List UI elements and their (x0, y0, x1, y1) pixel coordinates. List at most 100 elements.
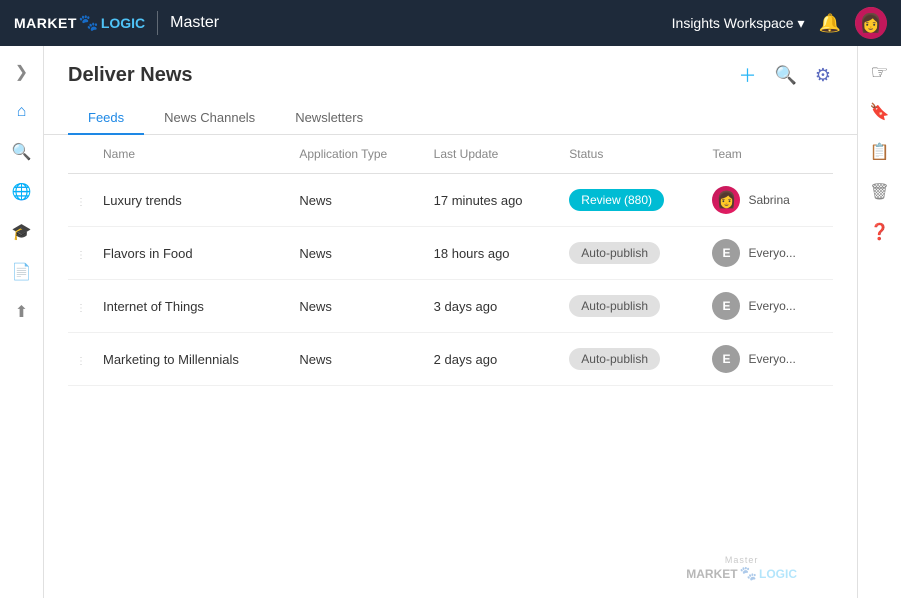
row-app-type: News (291, 280, 425, 333)
top-navigation: MARKET 🐾 LOGIC Master Insights Workspace… (0, 0, 901, 46)
header-actions: ＋ 🔍 ⚙ (736, 60, 833, 90)
notification-bell[interactable]: 🔔 (819, 13, 841, 34)
drag-dots-icon[interactable]: ⋮ (76, 356, 87, 367)
sidebar-collapse-icon[interactable]: ❯ (4, 54, 40, 90)
nav-master-label: Master (170, 14, 219, 32)
team-name: Everyo... (748, 352, 795, 366)
search-button[interactable]: 🔍 (772, 63, 798, 88)
row-status: Auto-publish (561, 333, 704, 386)
watermark: Master MARKET 🐾 LOGIC (686, 555, 797, 582)
tab-feeds[interactable]: Feeds (68, 102, 144, 135)
team-cell: 👩 Sabrina (712, 186, 825, 214)
row-app-type: News (291, 174, 425, 227)
row-app-type: News (291, 333, 425, 386)
status-badge: Auto-publish (569, 348, 660, 370)
logo-icon: 🐾 (79, 13, 99, 33)
team-name: Sabrina (748, 193, 789, 207)
row-team: E Everyo... (704, 333, 833, 386)
bookmark-icon[interactable]: 🔖 (862, 94, 898, 130)
table-row: ⋮ Flavors in FoodNews18 hours ago Auto-pub… (68, 227, 833, 280)
logo-logic-text: LOGIC (101, 15, 145, 31)
workspace-arrow-icon: ▾ (798, 15, 805, 32)
drag-dots-icon[interactable]: ⋮ (76, 197, 87, 208)
row-team: E Everyo... (704, 280, 833, 333)
table-row: ⋮ Internet of ThingsNews3 days ago Auto-pu… (68, 280, 833, 333)
trash-icon[interactable]: 🗑 (862, 174, 898, 210)
row-last-update: 3 days ago (426, 280, 562, 333)
page-header: Deliver News ＋ 🔍 ⚙ (44, 46, 857, 90)
col-name-header: Name (95, 135, 291, 174)
feeds-table: Name Application Type Last Update Status… (68, 135, 833, 386)
drag-handle[interactable]: ⋮ (68, 280, 95, 333)
row-app-type: News (291, 227, 425, 280)
table-row: ⋮ Luxury trendsNews17 minutes ago Review (… (68, 174, 833, 227)
row-status: Review (880) (561, 174, 704, 227)
col-apptype-header: Application Type (291, 135, 425, 174)
row-team: 👩 Sabrina (704, 174, 833, 227)
row-name: Internet of Things (95, 280, 291, 333)
sidebar-globe-icon[interactable]: 🌐 (4, 174, 40, 210)
main-layout: ❯ ⌂ 🔍 🌐 🎓 📄 ⬆ Deliver News ＋ 🔍 ⚙ Feeds N… (0, 46, 901, 598)
settings-button[interactable]: ⚙ (813, 63, 833, 88)
watermark-logo: MARKET 🐾 LOGIC (686, 565, 797, 582)
tabs-bar: Feeds News Channels Newsletters (44, 94, 857, 135)
table-area: Name Application Type Last Update Status… (44, 135, 857, 598)
tab-news-channels[interactable]: News Channels (144, 102, 275, 135)
table-header-row: Name Application Type Last Update Status… (68, 135, 833, 174)
status-badge: Review (880) (569, 189, 664, 211)
row-name: Marketing to Millennials (95, 333, 291, 386)
add-button[interactable]: ＋ (736, 60, 758, 90)
team-cell: E Everyo... (712, 239, 825, 267)
logo-market-text: MARKET (14, 15, 77, 31)
table-row: ⋮ Marketing to MillennialsNews2 days ago A… (68, 333, 833, 386)
row-team: E Everyo... (704, 227, 833, 280)
sidebar-document-icon[interactable]: 📄 (4, 254, 40, 290)
avatar-face: 👩 (855, 7, 887, 39)
watermark-market: MARKET (686, 567, 737, 581)
row-last-update: 18 hours ago (426, 227, 562, 280)
left-sidebar: ❯ ⌂ 🔍 🌐 🎓 📄 ⬆ (0, 46, 44, 598)
col-lastupdate-header: Last Update (426, 135, 562, 174)
team-avatar: E (712, 345, 740, 373)
workspace-selector[interactable]: Insights Workspace ▾ (672, 15, 805, 32)
logo[interactable]: MARKET 🐾 LOGIC (14, 13, 145, 33)
tab-newsletters[interactable]: Newsletters (275, 102, 383, 135)
help-icon[interactable]: ❓ (862, 214, 898, 250)
row-last-update: 2 days ago (426, 333, 562, 386)
watermark-logic: LOGIC (759, 567, 797, 581)
status-badge: Auto-publish (569, 242, 660, 264)
team-cell: E Everyo... (712, 345, 825, 373)
drag-handle[interactable]: ⋮ (68, 227, 95, 280)
drag-handle[interactable]: ⋮ (68, 333, 95, 386)
cursor-hand-icon[interactable]: ☞ (862, 54, 898, 90)
row-last-update: 17 minutes ago (426, 174, 562, 227)
content-area: Deliver News ＋ 🔍 ⚙ Feeds News Channels N… (44, 46, 857, 598)
sidebar-upload-icon[interactable]: ⬆ (4, 294, 40, 330)
right-sidebar: ☞ 🔖 📋 🗑 ❓ (857, 46, 901, 598)
drag-dots-icon[interactable]: ⋮ (76, 250, 87, 261)
watermark-master-text: Master (725, 555, 759, 565)
drag-dots-icon[interactable]: ⋮ (76, 303, 87, 314)
row-name: Flavors in Food (95, 227, 291, 280)
team-avatar: E (712, 239, 740, 267)
team-avatar: 👩 (712, 186, 740, 214)
clipboard-check-icon[interactable]: 📋 (862, 134, 898, 170)
col-team-header: Team (704, 135, 833, 174)
row-status: Auto-publish (561, 280, 704, 333)
team-name: Everyo... (748, 299, 795, 313)
sidebar-home-icon[interactable]: ⌂ (4, 94, 40, 130)
team-name: Everyo... (748, 246, 795, 260)
user-avatar[interactable]: 👩 (855, 7, 887, 39)
nav-divider (157, 11, 158, 35)
row-status: Auto-publish (561, 227, 704, 280)
status-badge: Auto-publish (569, 295, 660, 317)
col-status-header: Status (561, 135, 704, 174)
sidebar-search-icon[interactable]: 🔍 (4, 134, 40, 170)
drag-handle[interactable]: ⋮ (68, 174, 95, 227)
sidebar-learn-icon[interactable]: 🎓 (4, 214, 40, 250)
team-avatar: E (712, 292, 740, 320)
page-title: Deliver News (68, 64, 193, 87)
workspace-label: Insights Workspace (672, 15, 794, 31)
row-name: Luxury trends (95, 174, 291, 227)
col-drag (68, 135, 95, 174)
